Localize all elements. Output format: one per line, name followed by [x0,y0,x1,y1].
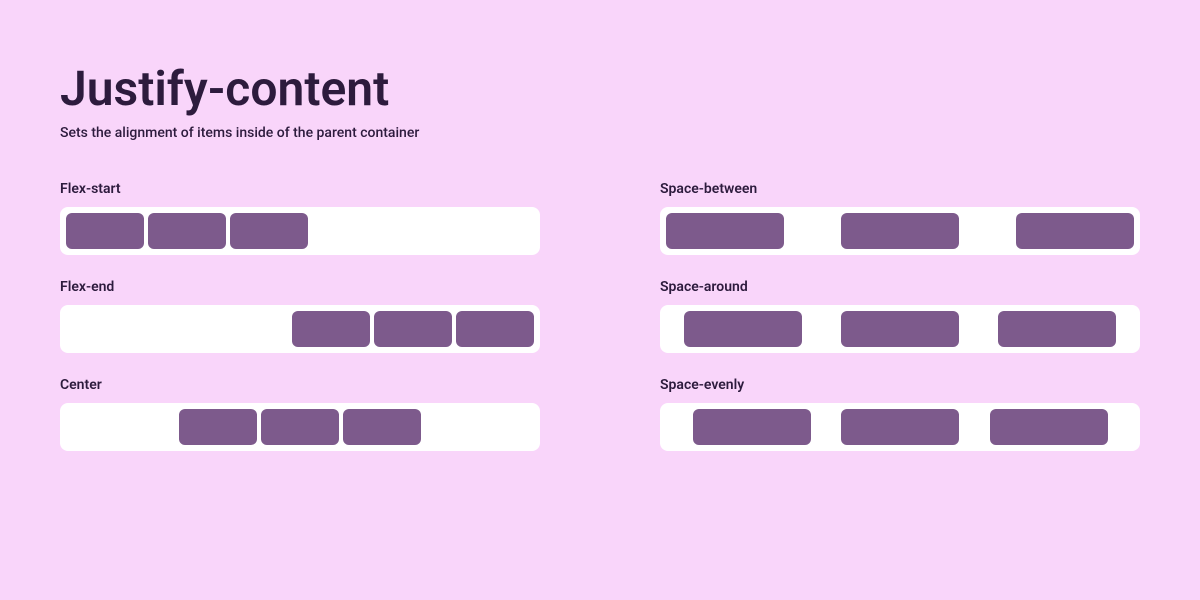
flex-item [343,409,421,445]
example-space-around: Space-around [660,279,1140,353]
flex-item [292,311,370,347]
page-subtitle: Sets the alignment of items inside of th… [60,125,1140,141]
flex-item [261,409,339,445]
example-space-between: Space-between [660,181,1140,255]
flex-container [60,305,540,353]
flex-item [456,311,534,347]
flex-item [841,213,959,249]
example-label: Space-evenly [660,377,1140,393]
flex-item [230,213,308,249]
example-label: Center [60,377,540,393]
flex-container [60,403,540,451]
example-center: Center [60,377,540,451]
flex-item [66,213,144,249]
flex-container [60,207,540,255]
flex-item [841,311,959,347]
flex-container [660,207,1140,255]
flex-item [666,213,784,249]
example-label: Flex-start [60,181,540,197]
examples-grid: Flex-start Space-between Flex-end Space-… [60,181,1140,451]
flex-item [693,409,811,445]
flex-item [841,409,959,445]
example-space-evenly: Space-evenly [660,377,1140,451]
example-label: Space-around [660,279,1140,295]
flex-item [1016,213,1134,249]
flex-item [374,311,452,347]
page-title: Justify-content [60,60,1140,117]
flex-container [660,403,1140,451]
flex-item [179,409,257,445]
flex-item [684,311,802,347]
example-flex-start: Flex-start [60,181,540,255]
example-label: Space-between [660,181,1140,197]
flex-item [998,311,1116,347]
flex-container [660,305,1140,353]
flex-item [990,409,1108,445]
example-label: Flex-end [60,279,540,295]
example-flex-end: Flex-end [60,279,540,353]
flex-item [148,213,226,249]
